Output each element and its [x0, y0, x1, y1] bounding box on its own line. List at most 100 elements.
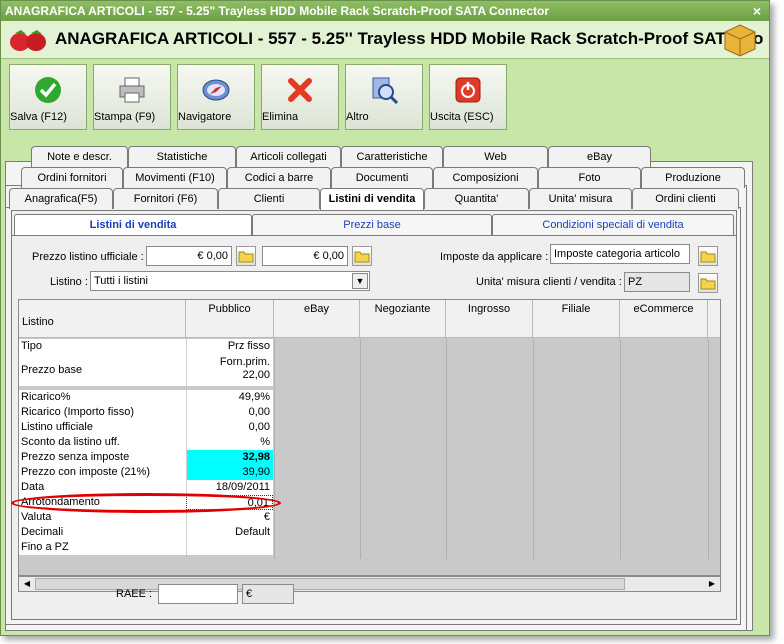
folder-icon [354, 251, 370, 263]
price-list-panel: Listini di vendita Prezzi base Condizion… [11, 210, 737, 620]
close-icon[interactable]: × [753, 1, 761, 21]
column-header-ebay[interactable]: eBay [274, 300, 360, 338]
row-label: Prezzo con imposte (21%) [19, 465, 186, 480]
grid-line [274, 339, 275, 559]
folder-button-4[interactable] [698, 273, 718, 293]
compass-icon [202, 79, 230, 101]
window-title: ANAGRAFICA ARTICOLI - 557 - 5.25" Trayle… [5, 4, 550, 18]
unit-label: Unita' misura clienti / vendita : [476, 276, 622, 288]
raee-currency-field: € [242, 584, 294, 604]
tab-photos[interactable]: Foto [538, 167, 641, 188]
checkmark-icon [35, 77, 61, 103]
cell-public[interactable]: 0,00 [186, 405, 273, 420]
tab-features[interactable]: Caratteristiche [341, 146, 443, 167]
save-button[interactable]: Salva (F12) [9, 64, 87, 130]
cell-public-highlight[interactable]: 39,90 [186, 465, 273, 480]
tax-field[interactable]: Imposte categoria articolo [550, 244, 690, 264]
subtab-price-lists[interactable]: Listini di vendita [14, 214, 252, 235]
navigator-button[interactable]: Navigatore [177, 64, 255, 130]
tab-ebay[interactable]: eBay [548, 146, 651, 167]
grid-line [533, 339, 534, 559]
tab-suppliers[interactable]: Fornitori (F6) [113, 188, 218, 209]
grid-line [446, 339, 447, 559]
chevron-down-icon[interactable]: ▼ [352, 273, 368, 289]
price-list-label: Listino : [50, 276, 88, 288]
row-label: Prezzo senza imposte [19, 450, 186, 465]
tab-notes[interactable]: Note e descr. [31, 146, 128, 167]
column-header-retailer[interactable]: Negoziante [360, 300, 446, 338]
column-header-branch[interactable]: Filiale [533, 300, 620, 338]
scroll-left-icon[interactable]: ◀ [20, 578, 34, 590]
row-label: Prezzo base [19, 354, 186, 386]
cell-public[interactable]: 0,00 [186, 420, 273, 435]
grid-line [708, 339, 709, 559]
folder-button-2[interactable] [352, 246, 372, 266]
column-header-ecommerce[interactable]: eCommerce [620, 300, 708, 338]
column-header-public[interactable]: Pubblico [186, 300, 274, 338]
column-header-filler [708, 300, 720, 338]
tax-label: Imposte da applicare : [440, 251, 549, 263]
row-label: Tipo [19, 339, 186, 354]
tab-price-lists[interactable]: Listini di vendita [320, 188, 424, 210]
main-window: ANAGRAFICA ARTICOLI - 557 - 5.25" Trayle… [0, 0, 770, 636]
cell-public[interactable]: € [186, 510, 273, 525]
tab-compositions[interactable]: Composizioni [433, 167, 538, 188]
tab-web[interactable]: Web [443, 146, 548, 167]
tab-movements[interactable]: Movimenti (F10) [123, 167, 227, 188]
folder-icon [700, 278, 716, 290]
raee-label: RAEE : [116, 588, 153, 600]
cell-public[interactable]: Forn.prim. 22,00 [186, 354, 273, 386]
row-label: Ricarico% [19, 390, 186, 405]
other-button[interactable]: Altro [345, 64, 423, 130]
tab-master-data[interactable]: Anagrafica(F5) [9, 188, 113, 209]
boxes-icon [724, 24, 756, 57]
tab-quantity[interactable]: Quantita' [424, 188, 529, 209]
tab-documents[interactable]: Documenti [331, 167, 433, 188]
toolbar: Salva (F12) Stampa (F9) Navigatore Elimi… [1, 59, 769, 135]
cell-public[interactable]: Prz fisso [186, 339, 273, 354]
cell-public[interactable]: Default [186, 525, 273, 540]
tab-customers[interactable]: Clienti [218, 188, 320, 209]
raee-field[interactable] [158, 584, 238, 604]
column-header-wholesale[interactable]: Ingrosso [446, 300, 533, 338]
tab-statistics[interactable]: Statistiche [128, 146, 236, 167]
tab-barcodes[interactable]: Codici a barre [227, 167, 331, 188]
row-label: Ricarico (Importo fisso) [19, 405, 186, 420]
tab-units[interactable]: Unita' misura [529, 188, 632, 209]
subtab-special-conditions[interactable]: Condizioni speciali di vendita [492, 214, 734, 235]
folder-icon [238, 251, 254, 263]
official-price-field-1[interactable]: € 0,00 [146, 246, 232, 266]
other-label: Altro [346, 111, 369, 123]
tab-customer-orders[interactable]: Ordini clienti [632, 188, 739, 209]
official-price-label: Prezzo listino ufficiale : [32, 251, 144, 263]
unit-field: PZ [624, 272, 690, 292]
print-button[interactable]: Stampa (F9) [93, 64, 171, 130]
folder-button-1[interactable] [236, 246, 256, 266]
exit-button[interactable]: Uscita (ESC) [429, 64, 507, 130]
grid-corner-header: Listino [19, 300, 186, 338]
price-grid: Listino Pubblico eBay Negoziante Ingross… [18, 299, 721, 576]
row-label: Decimali [19, 525, 186, 540]
highlight-oval [11, 493, 281, 513]
grid-line [620, 339, 621, 559]
price-list-select[interactable]: Tutti i listini ▼ [90, 271, 370, 291]
cell-public[interactable] [186, 540, 273, 555]
tab-production[interactable]: Produzione [641, 167, 745, 188]
subtab-base-prices[interactable]: Prezzi base [252, 214, 492, 235]
tab-linked-items[interactable]: Articoli collegati [236, 146, 341, 167]
header: ANAGRAFICA ARTICOLI - 557 - 5.25'' Trayl… [1, 21, 769, 59]
cell-public[interactable]: 18/09/2011 [186, 480, 273, 495]
navigator-label: Navigatore [178, 111, 232, 123]
cell-public-highlight[interactable]: 32,98 [186, 450, 273, 465]
price-list-select-value: Tutti i listini [94, 275, 148, 287]
cell-public[interactable]: % [186, 435, 273, 450]
folder-button-3[interactable] [698, 246, 718, 266]
scroll-right-icon[interactable]: ▶ [705, 578, 719, 590]
official-price-field-2[interactable]: € 0,00 [262, 246, 348, 266]
tab-row-1: Note e descr. Statistiche Articoli colle… [1, 146, 771, 167]
delete-x-icon [288, 78, 312, 102]
delete-button[interactable]: Elimina [261, 64, 339, 130]
cell-public[interactable]: 49,9% [186, 390, 273, 405]
exit-label: Uscita (ESC) [430, 111, 494, 123]
tab-supplier-orders[interactable]: Ordini fornitori [21, 167, 123, 188]
